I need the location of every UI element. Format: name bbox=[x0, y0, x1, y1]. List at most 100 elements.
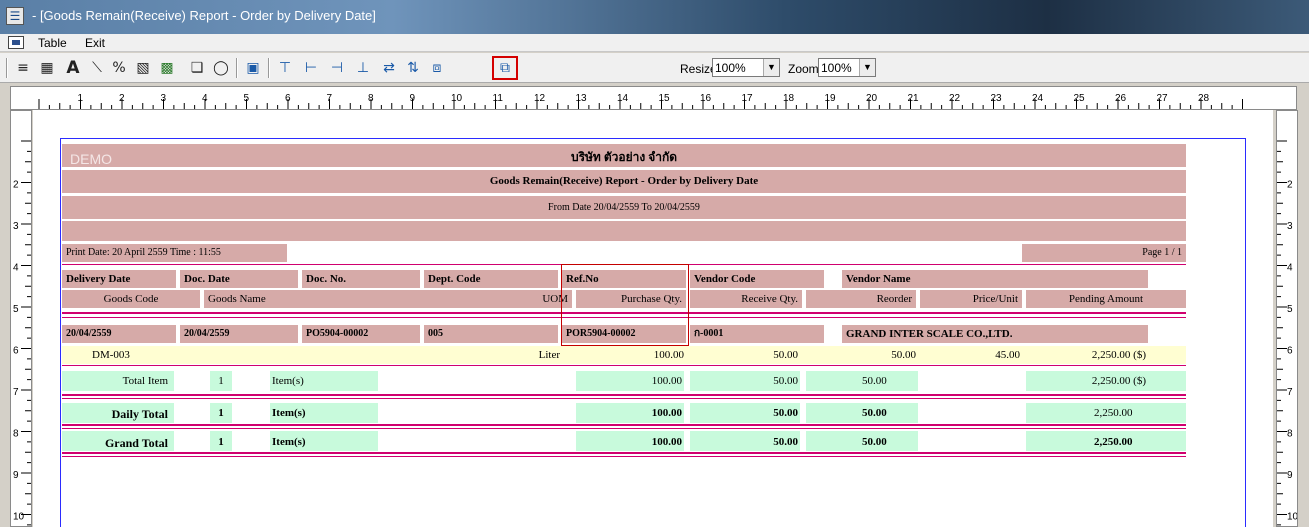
insert-column-icon[interactable]: ⧉ bbox=[492, 56, 518, 80]
total-item-count: 1 bbox=[218, 375, 224, 387]
zoom-select[interactable]: 100% ▼ bbox=[818, 58, 876, 77]
horizontal-ruler: 1 2 3 4 5 6 7 8 9 10 11 12 13 14 15 16 17 18 19 20 21 22 23 24 2… bbox=[10, 86, 1297, 110]
chevron-down-icon[interactable]: ▼ bbox=[763, 59, 779, 76]
image-icon[interactable]: ▩ bbox=[156, 58, 178, 78]
percent-icon[interactable]: % bbox=[108, 58, 130, 78]
total-item-purchase-qty: 100.00 bbox=[651, 375, 682, 387]
grand-total-pending-amount: 2,250.00 bbox=[1094, 436, 1133, 448]
resize-select[interactable]: 100% ▼ bbox=[712, 58, 780, 77]
ruler-label: 10 bbox=[13, 512, 25, 523]
daily-total-reorder: 50.00 bbox=[862, 407, 887, 419]
align-bottom-icon[interactable]: ⊥ bbox=[352, 58, 374, 78]
col-delivery-date: Delivery Date bbox=[62, 270, 176, 288]
ruler-label: 5 bbox=[244, 93, 250, 104]
row-vendor-code: ก-0001 bbox=[690, 325, 824, 343]
menu-table[interactable]: Table bbox=[38, 36, 67, 50]
chevron-down-icon[interactable]: ▼ bbox=[859, 59, 875, 76]
col-receive-qty: Receive Qty. bbox=[690, 290, 802, 308]
daily-total-receive-qty: 50.00 bbox=[773, 407, 798, 419]
same-height-icon[interactable]: ⇅ bbox=[402, 58, 424, 78]
col-doc-date: Doc. Date bbox=[180, 270, 298, 288]
ruler-label: 24 bbox=[1032, 93, 1044, 104]
ruler-label: 9 bbox=[13, 470, 19, 481]
window-title: - [Goods Remain(Receive) Report - Order … bbox=[32, 8, 376, 23]
ruler-label: 3 bbox=[161, 93, 167, 104]
grand-total-unit: Item(s) bbox=[272, 436, 306, 448]
ruler-label: 10 bbox=[451, 93, 463, 104]
header-band-empty bbox=[62, 221, 1186, 241]
ruler-label: 11 bbox=[493, 93, 504, 104]
col-goods-code: Goods Code bbox=[62, 290, 200, 308]
ruler-label: 21 bbox=[908, 93, 920, 104]
print-date: Print Date: 20 April 2559 Time : 11:55 bbox=[62, 244, 287, 262]
ruler-label: 4 bbox=[13, 263, 19, 274]
daily-total-label: Daily Total bbox=[111, 407, 168, 421]
window-menu-icon[interactable] bbox=[8, 36, 24, 49]
menu-bar: Table Exit bbox=[0, 34, 1309, 52]
total-item-receive-qty: 50.00 bbox=[773, 375, 798, 387]
row-doc-date: 20/04/2559 bbox=[180, 325, 298, 343]
table-icon[interactable]: ▦ bbox=[36, 58, 58, 78]
align-right-icon[interactable]: ⊣ bbox=[326, 58, 348, 78]
ruler-label: 10 bbox=[1287, 512, 1297, 523]
grand-total-count: 1 bbox=[218, 436, 224, 448]
zoom-label: Zoom: bbox=[788, 62, 823, 76]
daily-total-count: 1 bbox=[218, 407, 224, 419]
ruler-label: 5 bbox=[13, 304, 19, 315]
chart-icon[interactable]: ▣ bbox=[242, 58, 264, 78]
company-name: บริษัท ตัวอย่าง จำกัด bbox=[570, 150, 678, 164]
date-range: From Date 20/04/2559 To 20/04/2559 bbox=[548, 202, 700, 213]
same-width-icon[interactable]: ⇄ bbox=[378, 58, 400, 78]
grid-icon[interactable]: ▧ bbox=[132, 58, 154, 78]
total-item-reorder: 50.00 bbox=[862, 375, 887, 387]
ruler-label: 7 bbox=[13, 387, 19, 398]
ruler-label: 8 bbox=[1287, 429, 1293, 440]
ruler-label: 4 bbox=[1287, 263, 1293, 274]
ruler-label: 6 bbox=[285, 93, 291, 104]
ruler-label: 15 bbox=[659, 93, 671, 104]
row-vendor-name: GRAND INTER SCALE CO.,LTD. bbox=[842, 325, 1148, 343]
item-uom: Liter bbox=[538, 349, 560, 361]
ruler-label: 9 bbox=[1287, 470, 1293, 481]
col-reorder: Reorder bbox=[806, 290, 916, 308]
window-title-bar: ☰ - [Goods Remain(Receive) Report - Orde… bbox=[0, 0, 1309, 34]
daily-total-unit: Item(s) bbox=[272, 407, 306, 419]
ruler-label: 2 bbox=[119, 93, 125, 104]
ruler-label: 25 bbox=[1074, 93, 1086, 104]
item-purchase-qty: 100.00 bbox=[653, 349, 684, 361]
ruler-label: 23 bbox=[991, 93, 1003, 104]
item-pending-amount: 2,250.00 ($) bbox=[1091, 349, 1146, 361]
ruler-label: 3 bbox=[1287, 221, 1293, 232]
grand-total-reorder: 50.00 bbox=[862, 436, 887, 448]
align-left-icon[interactable]: ⊢ bbox=[300, 58, 322, 78]
col-doc-no: Doc. No. bbox=[302, 270, 420, 288]
ref-no-highlight-box bbox=[561, 264, 689, 346]
text-tool-icon[interactable]: A bbox=[62, 58, 84, 78]
col-goods-name: Goods Name bbox=[204, 290, 444, 308]
report-title: Goods Remain(Receive) Report - Order by … bbox=[489, 175, 759, 187]
total-item-label: Total Item bbox=[122, 375, 168, 387]
row-delivery-date: 20/04/2559 bbox=[62, 325, 176, 343]
ruler-label: 17 bbox=[742, 93, 754, 104]
col-dept-code: Dept. Code bbox=[424, 270, 558, 288]
total-item-pending-amount: 2,250.00 ($) bbox=[1091, 375, 1146, 387]
menu-exit[interactable]: Exit bbox=[85, 36, 105, 50]
row-doc-no: PO5904-00002 bbox=[302, 325, 420, 343]
copy-icon[interactable]: ❏ bbox=[186, 58, 208, 78]
ruler-label: 12 bbox=[534, 93, 546, 104]
align-icon[interactable]: ≡ bbox=[12, 58, 34, 78]
ruler-label: 4 bbox=[202, 93, 208, 104]
grand-total-purchase-qty: 100.00 bbox=[651, 436, 682, 448]
align-top-icon[interactable]: ⊤ bbox=[274, 58, 296, 78]
ruler-label: 28 bbox=[1198, 93, 1210, 104]
eraser-icon[interactable]: ◯ bbox=[210, 58, 232, 78]
grand-total-label: Grand Total bbox=[104, 436, 168, 450]
same-size-icon[interactable]: ⧈ bbox=[426, 58, 448, 78]
vertical-ruler-right: 2 3 4 5 6 7 8 9 10 bbox=[1276, 110, 1298, 527]
ruler-label: 2 bbox=[1287, 180, 1293, 191]
ruler-label: 6 bbox=[1287, 346, 1293, 357]
line-tool-icon[interactable]: ⟍ bbox=[86, 58, 108, 78]
col-vendor-name: Vendor Name bbox=[842, 270, 1148, 288]
item-reorder: 50.00 bbox=[891, 349, 916, 361]
ruler-label: 16 bbox=[700, 93, 712, 104]
